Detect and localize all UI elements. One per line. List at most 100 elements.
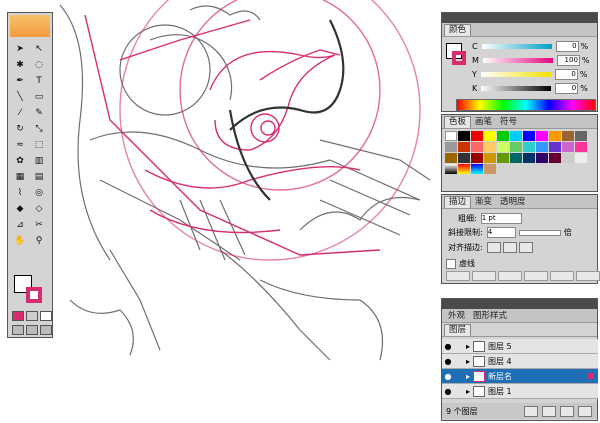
swatch[interactable] (562, 142, 574, 152)
tab-color[interactable]: 颜色 (444, 24, 472, 36)
swatch[interactable] (549, 142, 561, 152)
swatch[interactable] (536, 153, 548, 163)
miter-limit-slider[interactable] (518, 229, 561, 236)
align-center-icon[interactable] (486, 242, 501, 253)
swatch[interactable] (575, 142, 587, 152)
miter-limit-input[interactable]: 4 (486, 227, 516, 238)
visibility-eye-icon[interactable]: ● (442, 357, 454, 366)
color-mode-icon[interactable] (12, 311, 24, 321)
warp-tool-icon[interactable]: ≈ (11, 137, 29, 152)
scissors-tool-icon[interactable]: ✂ (30, 217, 48, 232)
channel-value[interactable]: 0 (555, 41, 579, 52)
align-outside-icon[interactable] (518, 242, 533, 253)
visibility-eye-icon[interactable]: ● (442, 387, 454, 396)
channel-value[interactable]: 0 (554, 69, 578, 80)
tab-transparency[interactable]: 透明度 (496, 197, 530, 208)
swatch[interactable] (445, 131, 457, 141)
pen-tool-icon[interactable]: ✒ (11, 73, 29, 88)
align-inside-icon[interactable] (502, 242, 517, 253)
tab-gradient[interactable]: 渐变 (471, 197, 496, 208)
type-tool-icon[interactable]: T (30, 73, 48, 88)
gradient-mode-icon[interactable] (26, 311, 38, 321)
delete-layer-icon[interactable] (578, 405, 592, 417)
gradient-tool-icon[interactable]: ▤ (30, 169, 48, 184)
swatch[interactable] (484, 153, 496, 163)
channel-value[interactable]: 0 (555, 83, 579, 94)
dashed-line-checkbox[interactable] (446, 258, 456, 269)
paintbrush-tool-icon[interactable]: ⁄ (11, 105, 29, 120)
swatch[interactable] (445, 153, 457, 163)
tab-swatches[interactable]: 色板 (444, 116, 472, 128)
swatch[interactable] (497, 153, 509, 163)
swatch[interactable] (575, 153, 587, 163)
screen-mode-standard-icon[interactable] (12, 325, 24, 335)
slice-tool-icon[interactable]: ⊿ (11, 217, 29, 232)
new-layer-icon[interactable] (560, 405, 574, 417)
layer-row[interactable]: ● ▸ 图层 4 (442, 354, 598, 369)
expand-arrow-icon[interactable]: ▸ (466, 387, 470, 396)
gap-field[interactable] (524, 271, 548, 281)
swatch[interactable] (562, 131, 574, 141)
selection-indicator-icon[interactable] (588, 373, 594, 379)
hand-tool-icon[interactable]: ✋ (11, 233, 29, 248)
gap-field[interactable] (472, 271, 496, 281)
tab-brushes[interactable]: 画笔 (471, 117, 496, 128)
swatch[interactable] (497, 142, 509, 152)
lasso-tool-icon[interactable]: ◌ (30, 57, 48, 72)
swatch[interactable] (445, 164, 457, 174)
swatch[interactable] (549, 153, 561, 163)
mesh-tool-icon[interactable]: ▦ (11, 169, 29, 184)
swatch[interactable] (484, 164, 496, 174)
swatch[interactable] (471, 153, 483, 163)
tab-appearance[interactable]: 外观 (444, 311, 469, 322)
dash-field[interactable] (498, 271, 522, 281)
expand-arrow-icon[interactable]: ▸ (466, 357, 470, 366)
tab-layers[interactable]: 图层 (444, 324, 472, 336)
swatch[interactable] (575, 131, 587, 141)
channel-slider[interactable] (482, 58, 553, 63)
swatch[interactable] (536, 131, 548, 141)
stroke-swatch[interactable] (26, 287, 42, 303)
swatch[interactable] (471, 164, 483, 174)
free-transform-tool-icon[interactable]: ⬚ (30, 137, 48, 152)
magic-wand-tool-icon[interactable]: ✱ (11, 57, 29, 72)
swatch[interactable] (445, 142, 457, 152)
pencil-tool-icon[interactable]: ✎ (30, 105, 48, 120)
layer-row[interactable]: ● ▸ 图层 5 (442, 339, 598, 354)
swatch[interactable] (497, 131, 509, 141)
swatch[interactable] (523, 131, 535, 141)
panel-titlebar[interactable] (442, 299, 597, 309)
swatch[interactable] (523, 142, 535, 152)
column-graph-tool-icon[interactable]: ▥ (30, 153, 48, 168)
blend-tool-icon[interactable]: ◎ (30, 185, 48, 200)
swatch[interactable] (484, 142, 496, 152)
make-clipping-mask-icon[interactable] (524, 405, 538, 417)
swatch[interactable] (510, 153, 522, 163)
color-stroke-swatch[interactable] (452, 51, 466, 65)
rectangle-tool-icon[interactable]: ▭ (30, 89, 48, 104)
none-mode-icon[interactable] (40, 311, 52, 321)
dash-field[interactable] (446, 271, 470, 281)
swatch[interactable] (510, 131, 522, 141)
scale-tool-icon[interactable]: ⤡ (30, 121, 48, 136)
swatch[interactable] (471, 131, 483, 141)
symbol-sprayer-tool-icon[interactable]: ✿ (11, 153, 29, 168)
channel-slider[interactable] (481, 86, 552, 91)
tab-graphic-styles[interactable]: 图形样式 (469, 311, 511, 322)
visibility-eye-icon[interactable]: ● (442, 342, 454, 351)
zoom-tool-icon[interactable]: ⚲ (30, 233, 48, 248)
swatch[interactable] (549, 131, 561, 141)
layer-row[interactable]: ● ▸ 图层 1 (442, 384, 598, 399)
dash-field[interactable] (550, 271, 574, 281)
live-paint-tool-icon[interactable]: ◆ (11, 201, 29, 216)
swatch[interactable] (471, 142, 483, 152)
swatch[interactable] (523, 153, 535, 163)
swatch[interactable] (484, 131, 496, 141)
selection-tool-icon[interactable]: ➤ (11, 41, 29, 56)
line-tool-icon[interactable]: ╲ (11, 89, 29, 104)
swatch[interactable] (562, 153, 574, 163)
swatch[interactable] (510, 142, 522, 152)
expand-arrow-icon[interactable]: ▸ (466, 342, 470, 351)
live-paint-selection-icon[interactable]: ◇ (30, 201, 48, 216)
rotate-tool-icon[interactable]: ↻ (11, 121, 29, 136)
